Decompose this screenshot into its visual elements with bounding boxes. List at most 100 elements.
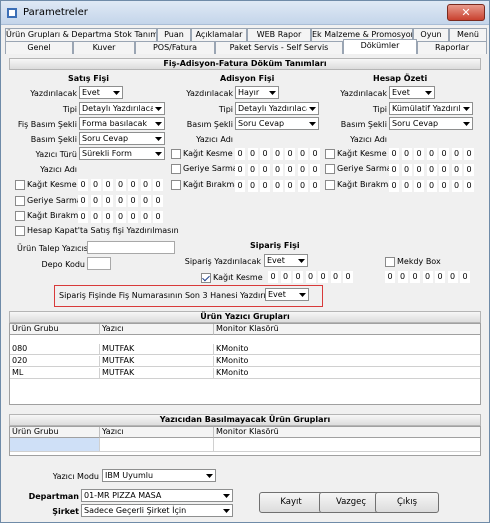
digit-field[interactable]: 0 [128,211,138,223]
digit-field[interactable]: 0 [285,180,295,192]
adisyon-basim-select[interactable]: Soru Cevap [235,117,319,130]
digit-field[interactable]: 0 [235,164,245,176]
digit-field[interactable]: 0 [153,179,163,191]
adisyon-geriye-sarma-checkbox[interactable] [171,164,181,174]
column-header[interactable]: Monitor Klasörü [214,324,480,335]
digit-field[interactable]: 0 [343,271,353,283]
depo-kodu-input[interactable] [87,257,111,270]
digit-field[interactable]: 0 [140,195,151,207]
yazici-modu-select[interactable]: IBM Uyumlu [102,469,216,482]
digit-field[interactable]: 0 [260,164,270,176]
digit-field[interactable]: 0 [247,148,258,160]
digit-field[interactable]: 0 [422,271,433,283]
table-cell[interactable]: KMonito [214,368,480,379]
tab-puan[interactable]: Puan [157,28,191,41]
digit-field[interactable]: 0 [460,271,470,283]
digit-field[interactable]: 0 [272,164,283,176]
hesap-kapat-checkbox[interactable] [15,226,25,236]
digit-field[interactable]: 0 [330,271,341,283]
tab-aciklamalar[interactable]: Açıklamalar [191,28,247,41]
cikis-button[interactable]: Çıkış [375,492,439,513]
digit-field[interactable]: 0 [464,148,474,160]
digit-field[interactable]: 0 [389,148,399,160]
satis-yazdirilacak-select[interactable]: Evet [79,86,123,99]
digit-field[interactable]: 0 [426,180,437,192]
hesap-yazdirilacak-select[interactable]: Evet [389,86,435,99]
table-row[interactable] [10,438,100,452]
kayit-button[interactable]: Kayıt [259,492,323,513]
digit-field[interactable]: 0 [310,180,320,192]
tab-oyun[interactable]: Oyun [413,28,449,41]
tab-genel[interactable]: Genel [5,41,73,54]
digit-field[interactable]: 0 [285,148,295,160]
column-header[interactable]: Ürün Grubu [10,427,100,438]
satis-tipi-select[interactable]: Detaylı Yazdırılacak [79,102,165,115]
satis-kagit-kesme-checkbox[interactable] [15,180,25,190]
tab-kuver[interactable]: Kuver [73,41,135,54]
digit-field[interactable]: 0 [247,180,258,192]
digit-field[interactable]: 0 [78,179,88,191]
digit-field[interactable]: 0 [153,211,163,223]
digit-field[interactable]: 0 [115,179,126,191]
tab-raporlar[interactable]: Raporlar [417,41,487,54]
satis-geriye-sarma-checkbox[interactable] [15,196,25,206]
digit-field[interactable]: 0 [140,179,151,191]
tab-paket-servis[interactable]: Paket Servis - Self Servis [215,41,343,54]
tab-pos-fatura[interactable]: POS/Fatura [135,41,215,54]
adisyon-kagit-kesme-checkbox[interactable] [171,149,181,159]
digit-field[interactable]: 0 [272,180,283,192]
digit-field[interactable]: 0 [435,271,445,283]
digit-field[interactable]: 0 [78,211,88,223]
digit-field[interactable]: 0 [90,211,101,223]
digit-field[interactable]: 0 [260,180,270,192]
adisyon-yazdirilacak-select[interactable]: Hayır [235,86,279,99]
table-cell[interactable]: MUTFAK [100,368,214,379]
digit-field[interactable]: 0 [128,195,138,207]
digit-field[interactable]: 0 [297,180,308,192]
digit-field[interactable]: 0 [447,271,458,283]
digit-field[interactable]: 0 [140,211,151,223]
digit-field[interactable]: 0 [103,211,113,223]
digit-field[interactable]: 0 [305,271,316,283]
digit-field[interactable]: 0 [439,164,449,176]
digit-field[interactable]: 0 [285,164,295,176]
vazgec-button[interactable]: Vazgeç [319,492,383,513]
digit-field[interactable]: 0 [397,271,408,283]
digit-field[interactable]: 0 [318,271,328,283]
digit-field[interactable]: 0 [414,180,424,192]
departman-select[interactable]: 01-MR PIZZA MASA [81,489,233,502]
digit-field[interactable]: 0 [115,211,126,223]
digit-field[interactable]: 0 [410,271,420,283]
digit-field[interactable]: 0 [297,164,308,176]
column-header[interactable]: Yazıcı [100,324,214,335]
table-cell[interactable]: KMonito [214,356,480,367]
table-cell[interactable] [100,438,214,452]
hesap-basim-select[interactable]: Soru Cevap [389,117,473,130]
table-row[interactable]: 080 [10,344,100,355]
hesap-geriye-sarma-checkbox[interactable] [325,164,335,174]
digit-field[interactable]: 0 [153,195,163,207]
digit-field[interactable]: 0 [272,148,283,160]
column-header[interactable]: Monitor Klasörü [214,427,480,438]
hesap-tipi-select[interactable]: Kümülatif Yazdırılac [389,102,473,115]
hesap-kagit-birakma-checkbox[interactable] [325,180,335,190]
digit-field[interactable]: 0 [439,180,449,192]
digit-field[interactable]: 0 [401,180,412,192]
digit-field[interactable]: 0 [280,271,291,283]
digit-field[interactable]: 0 [414,164,424,176]
mekdy-box-checkbox[interactable] [385,257,395,267]
digit-field[interactable]: 0 [78,195,88,207]
digit-field[interactable]: 0 [385,271,395,283]
hesap-kagit-kesme-checkbox[interactable] [325,149,335,159]
table-cell[interactable]: MUTFAK [100,356,214,367]
adisyon-kagit-birakma-checkbox[interactable] [171,180,181,190]
digit-field[interactable]: 0 [389,164,399,176]
digit-field[interactable]: 0 [115,195,126,207]
table-cell[interactable]: MUTFAK [100,344,214,355]
digit-field[interactable]: 0 [247,164,258,176]
table-cell[interactable] [214,438,480,452]
column-header[interactable]: Ürün Grubu [10,324,100,335]
digit-field[interactable]: 0 [103,179,113,191]
siparis-yazdirilacak-select[interactable]: Evet [264,254,308,267]
table-row[interactable]: ML [10,368,100,379]
